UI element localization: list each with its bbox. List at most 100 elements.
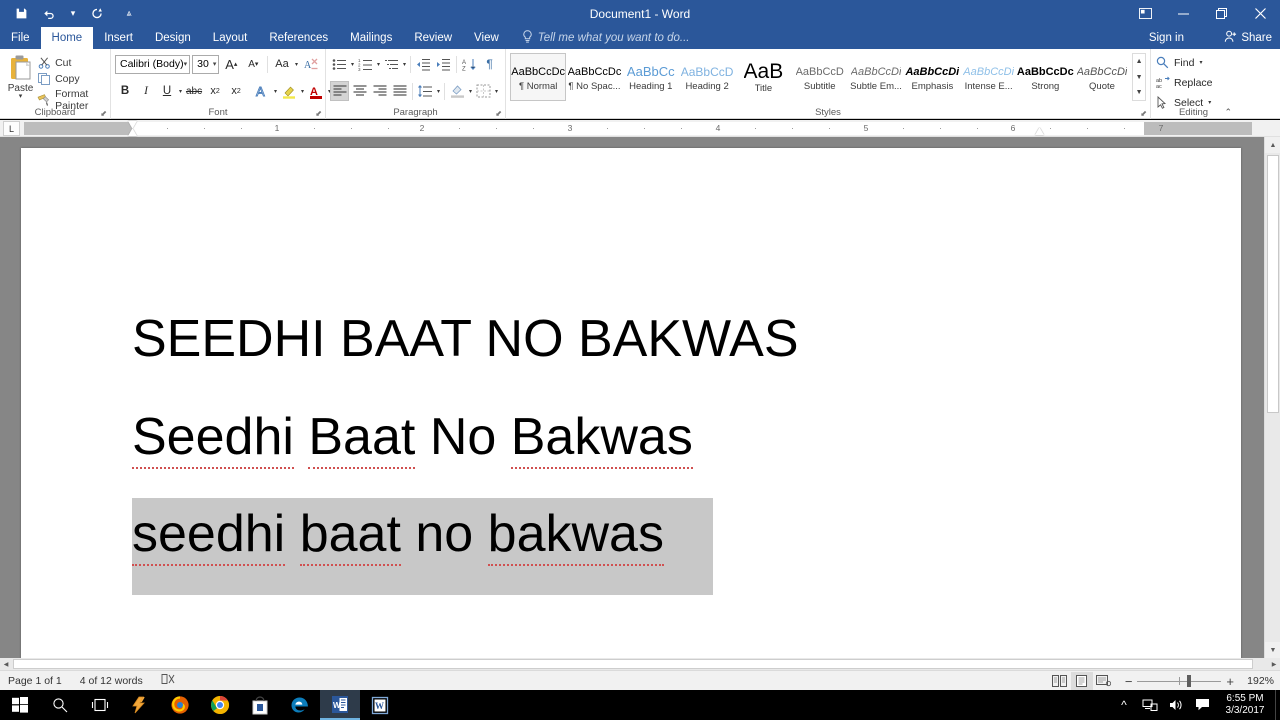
tab-view[interactable]: View [463, 27, 510, 49]
find-button[interactable]: Find ▾ [1155, 53, 1232, 72]
ribbon-display-options-icon[interactable] [1126, 0, 1164, 27]
zoom-out-button[interactable]: − [1125, 674, 1133, 689]
scroll-right-icon[interactable]: ▶ [1268, 658, 1280, 670]
highlight-caret-icon[interactable]: ▾ [300, 88, 305, 95]
align-center-icon[interactable] [350, 81, 369, 101]
styles-dialog-launcher-icon[interactable]: ⬋ [1140, 109, 1147, 118]
paragraph-dialog-launcher-icon[interactable]: ⬋ [495, 109, 502, 118]
bold-icon[interactable]: B [115, 81, 135, 101]
decrease-indent-icon[interactable] [414, 54, 433, 74]
zoom-track[interactable] [1137, 675, 1222, 687]
save-icon[interactable] [8, 3, 34, 25]
redo-icon[interactable] [84, 3, 110, 25]
style-heading-2[interactable]: AaBbCcD Heading 2 [678, 53, 736, 101]
collapse-ribbon-icon[interactable]: ⌃ [1224, 107, 1232, 118]
show-hidden-icons-chevron[interactable]: ^ [1111, 690, 1137, 720]
zoom-slider-thumb[interactable] [1187, 675, 1192, 687]
scroll-down-icon[interactable]: ▼ [1265, 642, 1280, 658]
horizontal-ruler[interactable]: 1 2 3 4 5 6 7 [24, 121, 1252, 136]
customize-quick-access-toolbar-icon[interactable]: ⩓ [120, 3, 138, 25]
tab-references[interactable]: References [258, 27, 339, 49]
line-spacing-icon[interactable] [416, 81, 435, 101]
style-strong[interactable]: AaBbCcDc Strong [1016, 53, 1074, 101]
font-name-combo[interactable]: Calibri (Body) ▾ [115, 54, 191, 74]
text-effects-icon[interactable]: A [252, 81, 272, 101]
style-quote[interactable]: AaBbCcDi Quote [1073, 53, 1131, 101]
undo-icon[interactable] [36, 3, 62, 25]
find-caret-icon[interactable]: ▾ [1198, 59, 1203, 66]
numbering-caret-icon[interactable]: ▾ [376, 61, 381, 68]
font-size-combo[interactable]: 30 ▾ [192, 54, 220, 74]
style-subtle-emphasis[interactable]: AaBbCcDi Subtle Em... [847, 53, 905, 101]
show-formatting-marks-icon[interactable]: ¶ [480, 54, 499, 74]
styles-gallery-scroll[interactable]: ▲ ▼ ▼ [1132, 53, 1146, 101]
search-button[interactable] [40, 690, 80, 720]
tab-file[interactable]: File [0, 27, 41, 49]
taskbar-app-word[interactable]: W [320, 690, 360, 720]
multilevel-list-icon[interactable] [382, 54, 401, 74]
justify-icon[interactable] [390, 81, 409, 101]
vertical-scroll-thumb[interactable] [1267, 155, 1279, 413]
volume-icon[interactable] [1163, 690, 1189, 720]
clipboard-dialog-launcher-icon[interactable]: ⬋ [100, 109, 107, 118]
taskbar-app-edge[interactable] [280, 690, 320, 720]
taskbar-app-chrome[interactable] [200, 690, 240, 720]
underline-icon[interactable]: U [157, 81, 177, 101]
minimize-button[interactable] [1164, 0, 1202, 27]
zoom-level[interactable]: 192% [1240, 675, 1274, 687]
style-no-spacing[interactable]: AaBbCcDc ¶ No Spac... [566, 53, 623, 101]
align-right-icon[interactable] [370, 81, 389, 101]
right-indent-marker[interactable] [1035, 128, 1044, 135]
underline-caret-icon[interactable]: ▾ [178, 88, 183, 95]
multilevel-caret-icon[interactable]: ▾ [402, 61, 407, 68]
align-left-icon[interactable] [330, 81, 349, 101]
action-center-icon[interactable] [1189, 690, 1215, 720]
restore-button[interactable] [1202, 0, 1240, 27]
sign-in-link[interactable]: Sign in [1149, 27, 1184, 49]
copy-button[interactable]: Copy [37, 72, 106, 85]
font-color-icon[interactable]: A [306, 81, 326, 101]
start-button[interactable] [0, 690, 40, 720]
text-effects-caret-icon[interactable]: ▾ [273, 88, 278, 95]
hanging-indent-marker[interactable] [128, 129, 137, 136]
shading-caret-icon[interactable]: ▾ [468, 88, 473, 95]
page-indicator[interactable]: Page 1 of 1 [8, 675, 62, 687]
cut-button[interactable]: Cut [37, 56, 106, 69]
zoom-in-button[interactable]: + [1226, 674, 1234, 689]
borders-caret-icon[interactable]: ▾ [494, 88, 499, 95]
tab-home[interactable]: Home [40, 27, 94, 49]
horizontal-scrollbar[interactable]: ◀ ▶ [0, 658, 1280, 670]
clear-all-formatting-icon[interactable]: A [301, 54, 321, 74]
tab-stop-selector[interactable]: L [3, 121, 20, 136]
undo-dropdown-caret-icon[interactable]: ▾ [64, 3, 82, 25]
document-line-3[interactable]: seedhi baat no bakwas [132, 504, 664, 566]
document-line-1[interactable]: SEEDHI BAAT NO BAKWAS [132, 309, 799, 369]
web-layout-view-button[interactable] [1093, 672, 1115, 690]
taskbar-app-firefox[interactable] [160, 690, 200, 720]
superscript-icon[interactable]: x2 [226, 81, 246, 101]
close-button[interactable] [1240, 0, 1280, 27]
change-case-caret-icon[interactable]: ▾ [294, 61, 299, 68]
horizontal-scroll-thumb[interactable] [13, 659, 1253, 669]
style-title[interactable]: AaB Title [735, 53, 792, 101]
increase-indent-icon[interactable] [434, 54, 453, 74]
replace-button[interactable]: ab ac Replace [1155, 73, 1232, 92]
word-count[interactable]: 4 of 12 words [80, 675, 143, 687]
taskbar-app-wordpad[interactable]: W [360, 690, 400, 720]
borders-icon[interactable] [474, 81, 493, 101]
tab-design[interactable]: Design [144, 27, 202, 49]
taskbar-app-store[interactable] [240, 690, 280, 720]
tab-layout[interactable]: Layout [202, 27, 259, 49]
bullets-caret-icon[interactable]: ▾ [350, 61, 355, 68]
document-page[interactable]: SEEDHI BAAT NO BAKWAS Seedhi Baat No Bak… [21, 148, 1241, 668]
vertical-scrollbar[interactable]: ▲ ▼ [1264, 137, 1280, 670]
first-line-indent-marker[interactable] [128, 121, 137, 128]
select-caret-icon[interactable]: ▾ [1207, 99, 1212, 106]
styles-scroll-down-icon[interactable]: ▼ [1133, 70, 1145, 85]
proofing-errors-icon[interactable] [161, 673, 176, 688]
styles-scroll-up-icon[interactable]: ▲ [1133, 54, 1145, 69]
taskbar-app-zap[interactable] [120, 690, 160, 720]
strikethrough-icon[interactable]: abc [184, 81, 204, 101]
style-emphasis[interactable]: AaBbCcDi Emphasis [904, 53, 961, 101]
paste-dropdown-caret-icon[interactable]: ▾ [19, 93, 23, 100]
